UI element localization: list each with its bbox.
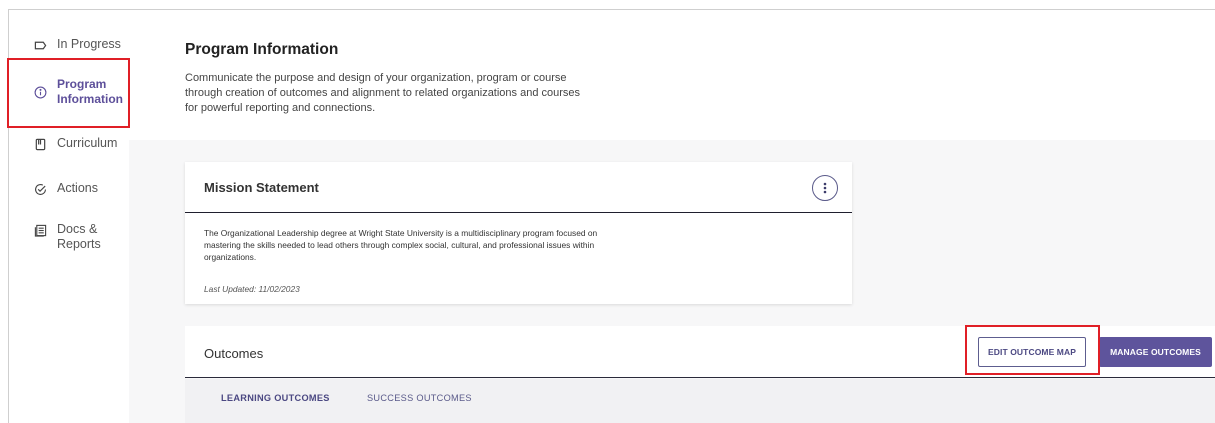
app-frame: In Progress Program Information Curricul… [7, 9, 1215, 423]
outcomes-title: Outcomes [204, 346, 264, 361]
sidebar-item-actions[interactable]: Actions [9, 181, 129, 196]
tab-learning-outcomes[interactable]: LEARNING OUTCOMES [221, 393, 330, 403]
card-title: Mission Statement [204, 180, 319, 195]
page-description: Communicate the purpose and design of yo… [185, 72, 581, 114]
sidebar-item-in-progress[interactable]: In Progress [9, 37, 129, 52]
tab-success-outcomes[interactable]: SUCCESS OUTCOMES [367, 393, 472, 403]
manage-outcomes-button[interactable]: MANAGE OUTCOMES [1099, 337, 1212, 367]
sidebar-item-label: Docs & Reports [57, 222, 101, 251]
tag-icon [33, 38, 47, 52]
book-icon [33, 137, 47, 151]
sidebar-item-label: In Progress [57, 37, 121, 51]
sidebar-item-label: Curriculum [57, 136, 118, 150]
card-header: Mission Statement [185, 162, 852, 213]
check-circle-icon [33, 182, 47, 196]
sidebar-item-curriculum[interactable]: Curriculum [9, 136, 129, 151]
sidebar-item-docs-reports[interactable]: Docs & Reports [9, 222, 129, 252]
more-options-button[interactable] [812, 175, 838, 201]
document-icon [33, 223, 47, 237]
page-title: Program Information [185, 41, 339, 58]
outcomes-tabs: LEARNING OUTCOMES SUCCESS OUTCOMES [185, 379, 1215, 423]
main-content: Program Information Communicate the purp… [129, 10, 1215, 423]
highlight-box-edit-outcome-map [965, 325, 1100, 375]
mission-statement-card: Mission Statement The Organizational Lea… [185, 162, 852, 304]
sidebar-item-label: Actions [57, 181, 98, 195]
mission-text: The Organizational Leadership degree at … [204, 228, 598, 262]
kebab-menu-icon [823, 182, 827, 194]
last-updated: Last Updated: 11/02/2023 [204, 284, 300, 294]
highlight-box-program-information [7, 58, 130, 128]
